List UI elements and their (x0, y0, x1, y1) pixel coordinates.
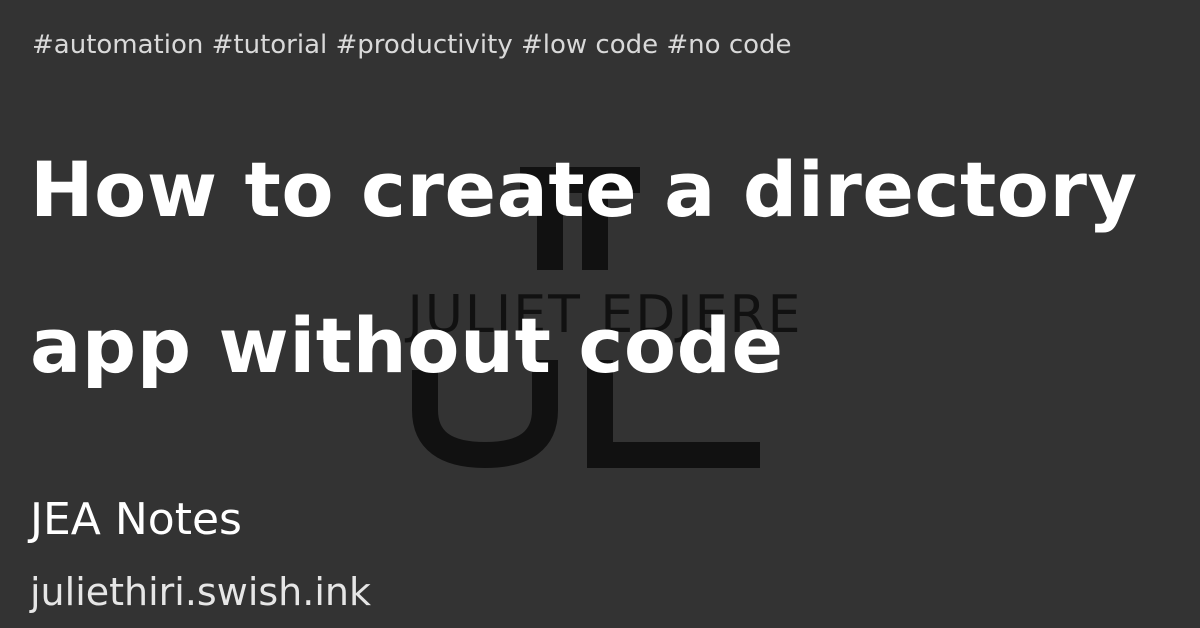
site-url[interactable]: juliethiri.swish.ink (30, 570, 371, 614)
site-name: JEA Notes (30, 494, 242, 545)
page-title: How to create a directory app without co… (30, 145, 1138, 390)
hashtags: #automation #tutorial #productivity #low… (32, 30, 792, 60)
social-card: JULIET EDJERE #automation #tutorial #pro… (0, 0, 1200, 628)
